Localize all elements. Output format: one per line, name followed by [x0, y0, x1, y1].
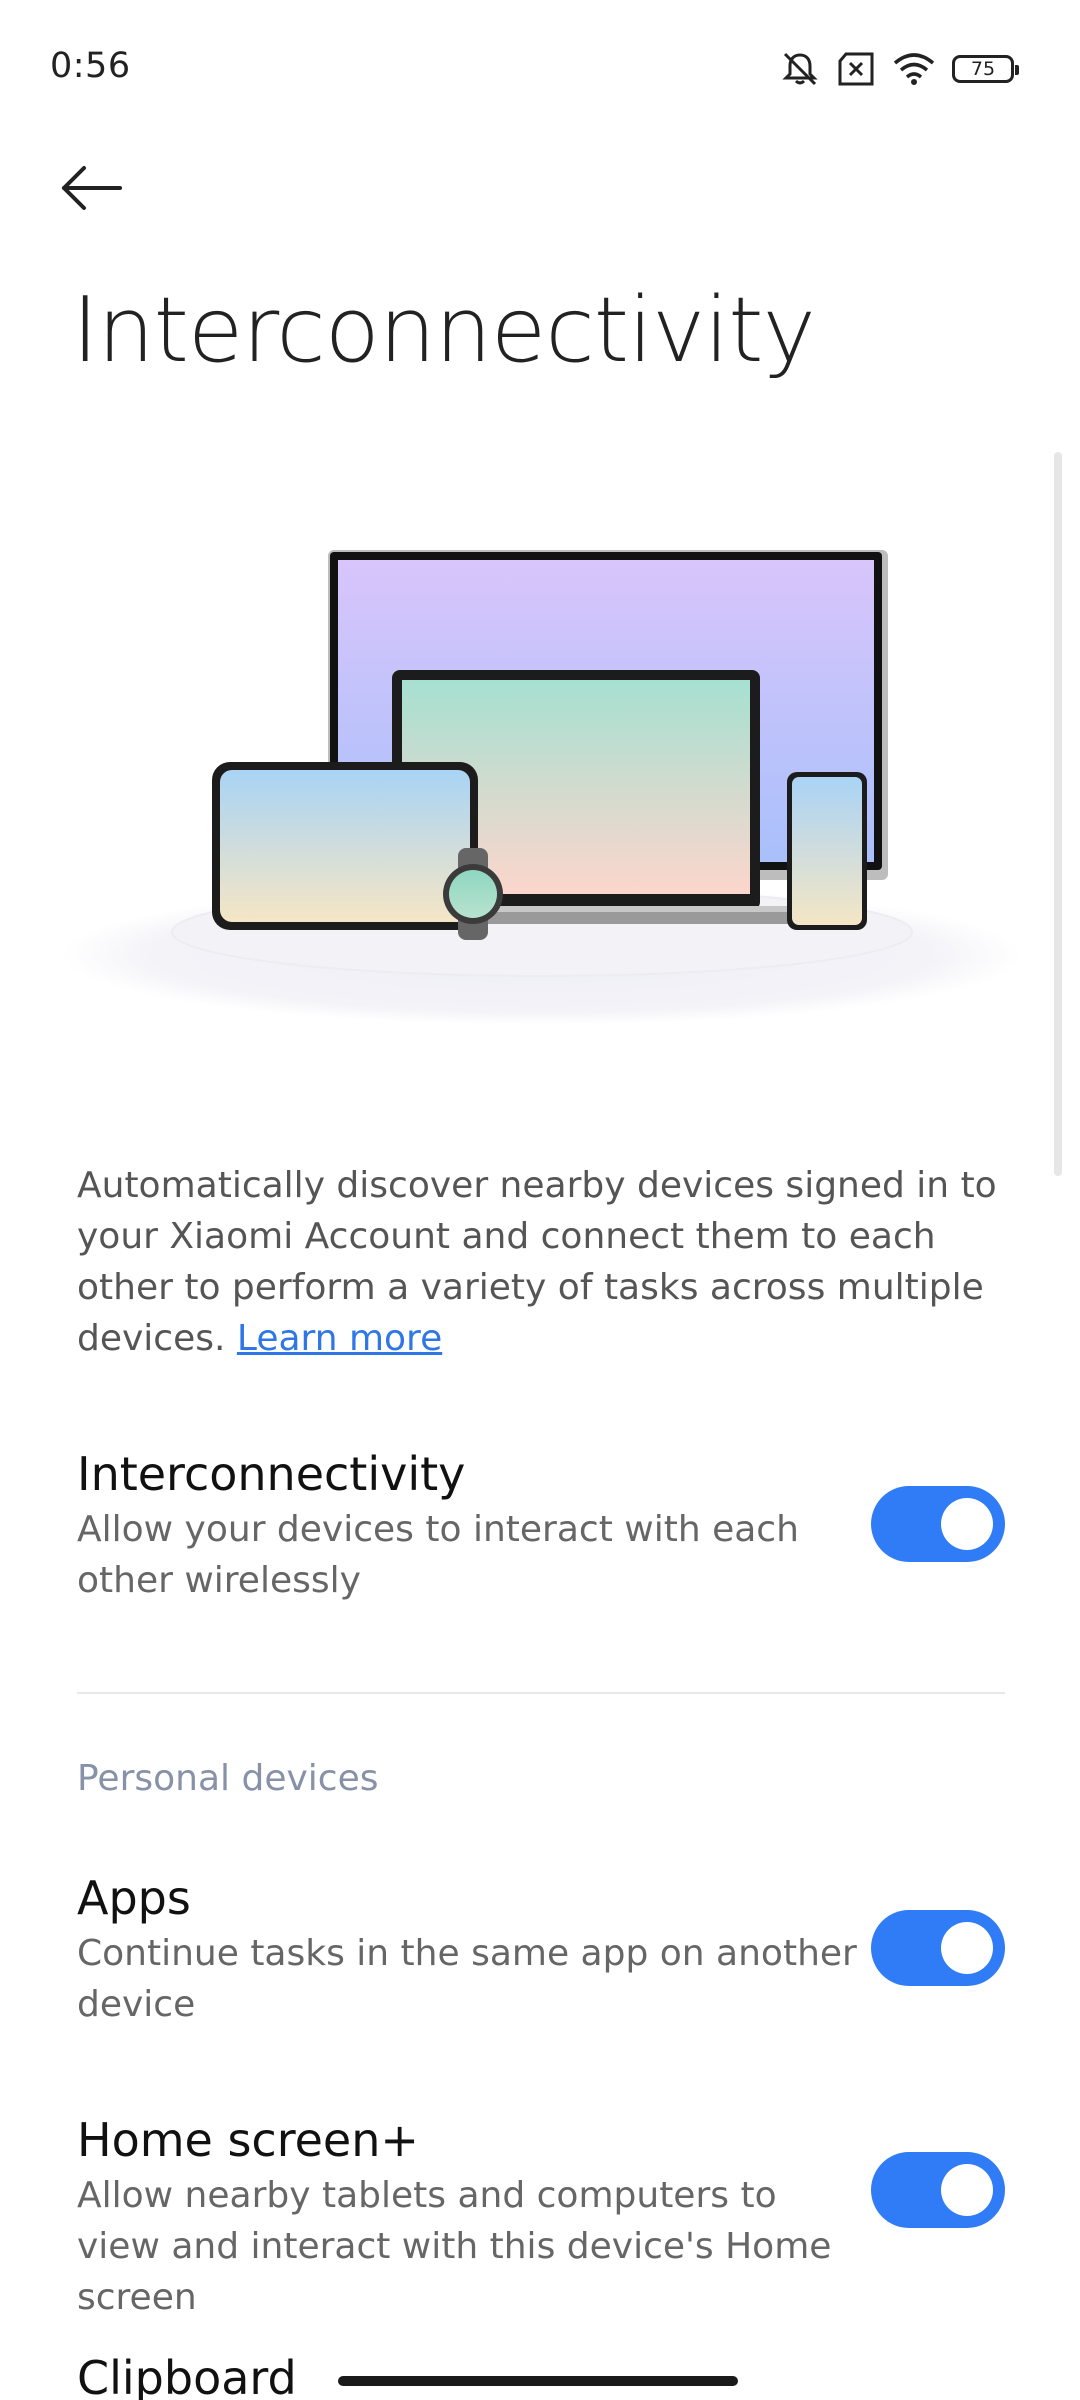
toggle-knob [941, 1922, 993, 1974]
no-sim-icon [836, 51, 876, 87]
home-screen-plus-toggle[interactable] [871, 2152, 1005, 2228]
intro-text: Automatically discover nearby devices si… [77, 1165, 997, 1359]
setting-title: Home screen+ [77, 2113, 419, 2167]
back-button[interactable] [60, 150, 160, 230]
learn-more-link[interactable]: Learn more [237, 1318, 442, 1359]
mute-icon [780, 49, 820, 89]
toggle-knob [941, 1498, 993, 1550]
page-title: Interconnectivity [72, 278, 816, 383]
screen: 0:56 75 Interconnectivity Automatically … [0, 0, 1080, 2400]
apps-setting[interactable]: Apps Continue tasks in the same app on a… [77, 1868, 1005, 2038]
home-screen-plus-setting[interactable]: Home screen+ Allow nearby tablets and co… [77, 2110, 1005, 2318]
devices-illustration [60, 500, 1030, 1060]
setting-title: Interconnectivity [77, 1447, 466, 1501]
battery-level: 75 [970, 58, 996, 80]
scrollbar[interactable] [1054, 452, 1062, 1176]
clipboard-setting[interactable]: Clipboard [77, 2348, 1005, 2400]
setting-description: Allow your devices to interact with each… [77, 1509, 799, 1601]
home-indicator[interactable] [338, 2376, 738, 2386]
arrow-left-icon [60, 164, 124, 216]
interconnectivity-setting[interactable]: Interconnectivity Allow your devices to … [77, 1444, 1005, 1614]
battery-icon: 75 [952, 55, 1019, 83]
intro-description: Automatically discover nearby devices si… [77, 1160, 997, 1364]
wifi-icon [892, 51, 936, 87]
apps-toggle[interactable] [871, 1910, 1005, 1986]
section-header-personal-devices: Personal devices [77, 1758, 379, 1799]
toggle-knob [941, 2164, 993, 2216]
setting-title: Clipboard [77, 2351, 297, 2400]
interconnectivity-toggle[interactable] [871, 1486, 1005, 1562]
setting-title: Apps [77, 1871, 191, 1925]
status-time: 0:56 [50, 46, 131, 86]
setting-description: Allow nearby tablets and computers to vi… [77, 2175, 832, 2318]
status-icons: 75 [780, 48, 1019, 90]
setting-description: Continue tasks in the same app on anothe… [77, 1933, 857, 2025]
status-bar: 0:56 75 [0, 0, 1080, 140]
divider [77, 1692, 1005, 1694]
